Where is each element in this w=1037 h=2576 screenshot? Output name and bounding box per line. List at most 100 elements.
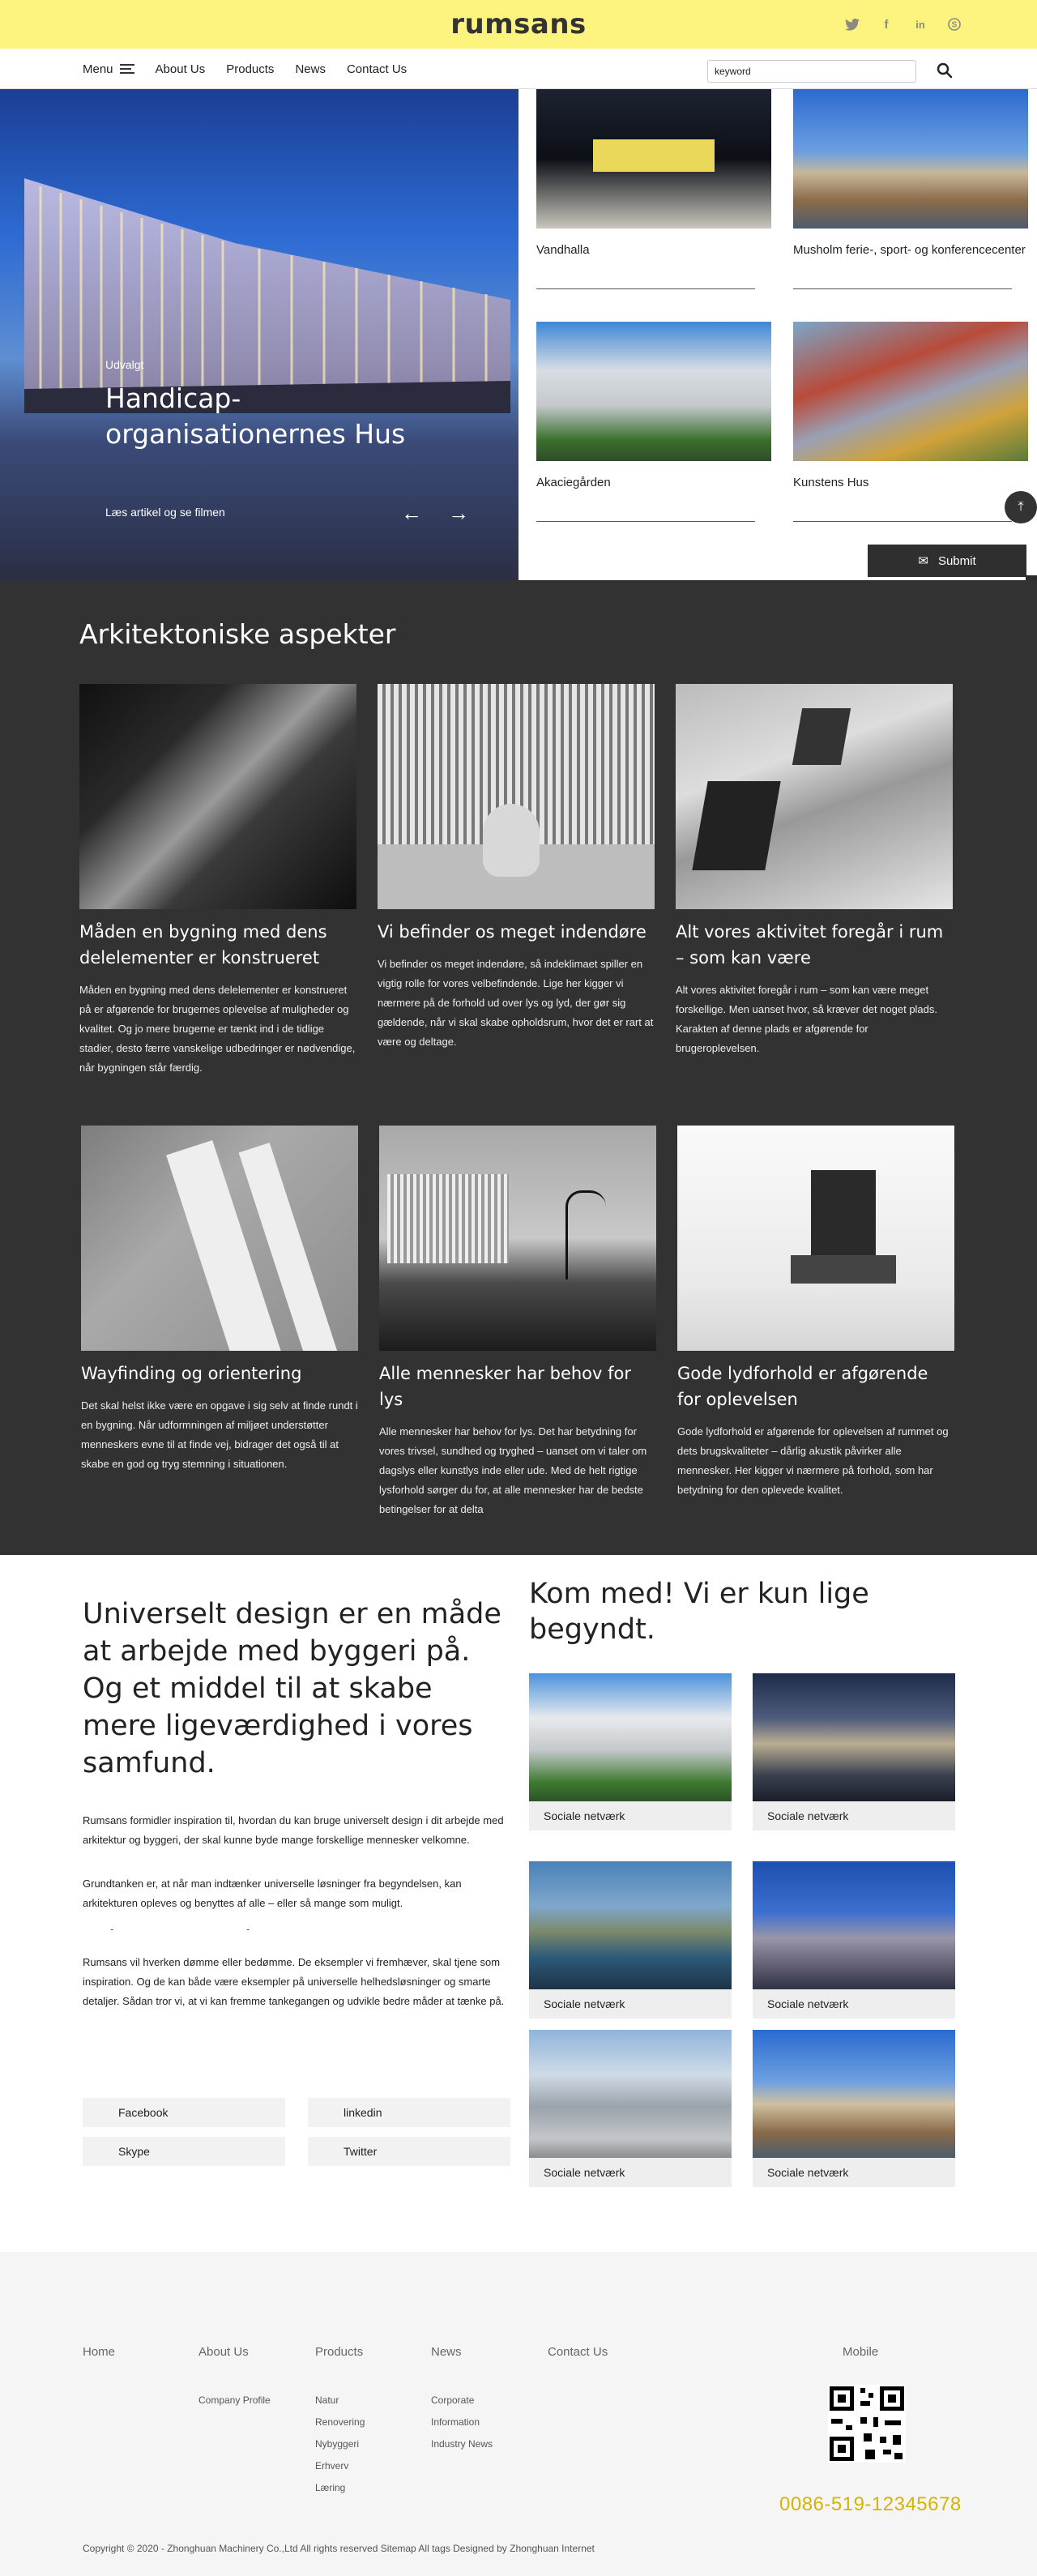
footer-heading-products[interactable]: Products <box>315 2345 365 2359</box>
footer-link[interactable]: Renovering <box>315 2412 365 2433</box>
section-heading: Arkitektoniske aspekter <box>79 618 396 650</box>
tile-image <box>753 1673 955 1801</box>
aspect-title: Gode lydforhold er afgørende for oplevel… <box>677 1364 928 1409</box>
featured-cards: Vandhalla Musholm ferie-, sport- og konf… <box>518 89 1037 580</box>
search-button[interactable] <box>934 60 955 81</box>
section-heading: Universelt design er en måde at arbejde … <box>83 1598 501 1779</box>
aspects-section: Arkitektoniske aspekter Måden en bygning… <box>0 580 1037 1555</box>
twitter-icon[interactable] <box>844 16 860 32</box>
featured-card[interactable]: Akaciegården <box>536 322 771 522</box>
aspect-card[interactable]: Wayfinding og orientering Det skal helst… <box>81 1126 358 1474</box>
card-image <box>793 89 1028 229</box>
card-title: Kunstens Hus <box>793 476 869 489</box>
footer-link[interactable]: Industry News <box>431 2433 493 2455</box>
site-footer: Home About Us Company Profile Products N… <box>0 2252 1037 2576</box>
footer-link-contact[interactable]: Contact Us <box>548 2345 608 2359</box>
card-image <box>536 322 771 461</box>
arrow-up-icon: ⤒ <box>1018 500 1024 514</box>
footer-link[interactable]: Corporate <box>431 2390 493 2412</box>
phone-number[interactable]: 0086-519-12345678 <box>779 2493 962 2516</box>
aspect-card[interactable]: Alle mennesker har behov for lys Alle me… <box>379 1126 656 1519</box>
network-tile[interactable]: Sociale netværk <box>529 1861 732 2019</box>
tile-caption: Sociale netværk <box>529 2158 732 2187</box>
card-divider <box>793 288 1012 289</box>
card-divider <box>536 521 755 522</box>
share-skype-button[interactable]: Skype <box>83 2137 285 2166</box>
footer-link-home[interactable]: Home <box>83 2345 115 2359</box>
back-to-top-button[interactable]: ⤒ <box>1005 491 1037 523</box>
body-paragraph: Grundtanken er, at når man indtænker uni… <box>83 1878 462 1909</box>
footer-link[interactable]: Company Profile <box>198 2390 271 2412</box>
share-twitter-button[interactable]: Twitter <box>308 2137 510 2166</box>
aspect-title: Måden en bygning med dens delelementer e… <box>79 922 327 968</box>
card-image <box>793 322 1028 461</box>
aspect-card[interactable]: Måden en bygning med dens delelementer e… <box>79 684 356 1078</box>
submit-label: Submit <box>937 553 976 568</box>
network-tile[interactable]: Sociale netværk <box>753 2030 955 2187</box>
footer-link[interactable]: Erhverv <box>315 2455 365 2477</box>
universal-design-section: Universelt design er en måde at arbejde … <box>0 1555 1037 2252</box>
share-facebook-button[interactable]: Facebook <box>83 2098 285 2127</box>
nav-item-contact-us[interactable]: Contact Us <box>347 62 407 76</box>
submit-button[interactable]: ✉ Submit <box>868 545 1026 577</box>
card-title: Akaciegården <box>536 476 611 489</box>
aspect-image <box>676 684 953 909</box>
aspect-image <box>79 684 356 909</box>
aspect-image <box>378 684 655 909</box>
aspect-title: Vi befinder os meget indendøre <box>378 922 647 942</box>
facebook-icon[interactable]: f <box>878 16 894 32</box>
search-input[interactable] <box>707 60 916 83</box>
menu-button[interactable]: Menu <box>83 62 134 76</box>
tile-caption: Sociale netværk <box>753 1989 955 2019</box>
aspect-text: Det skal helst ikke være en opgave i sig… <box>81 1399 358 1470</box>
aspect-image <box>379 1126 656 1351</box>
menu-label: Menu <box>83 62 113 76</box>
hamburger-icon <box>119 64 134 74</box>
main-nav: Menu About Us Products News Contact Us <box>0 49 1037 89</box>
section-heading: Kom med! Vi er kun lige begyndt. <box>529 1578 869 1646</box>
footer-heading-about[interactable]: About Us <box>198 2345 271 2359</box>
network-tile[interactable]: Sociale netværk <box>753 1861 955 2019</box>
footer-link[interactable]: Information <box>431 2412 493 2433</box>
network-tile[interactable]: Sociale netværk <box>529 1673 732 1831</box>
qr-code <box>828 2385 906 2463</box>
copyright-text: Copyright © 2020 - Zhonghuan Machinery C… <box>83 2543 595 2554</box>
nav-item-news[interactable]: News <box>295 62 326 76</box>
hero-label: Udvalgt <box>105 358 144 371</box>
nav-item-products[interactable]: Products <box>226 62 274 76</box>
nav-item-about-us[interactable]: About Us <box>156 62 206 76</box>
search-icon <box>937 62 953 79</box>
network-tile[interactable]: Sociale netværk <box>529 2030 732 2187</box>
hero-section: Udvalgt Handicap-organisationernes Hus L… <box>0 89 1037 580</box>
footer-link[interactable]: Natur <box>315 2390 365 2412</box>
body-paragraph: Rumsans formidler inspiration til, hvord… <box>83 1814 504 1846</box>
footer-link[interactable]: Læring <box>315 2477 365 2499</box>
aspect-title: Alt vores aktivitet foregår i rum – som … <box>676 922 944 968</box>
footer-heading-news[interactable]: News <box>431 2345 493 2359</box>
featured-card[interactable]: Kunstens Hus <box>793 322 1028 522</box>
next-arrow-icon[interactable]: → <box>448 501 469 526</box>
network-tile[interactable]: Sociale netværk <box>753 1673 955 1831</box>
tile-image <box>529 1673 732 1801</box>
tile-image <box>753 1861 955 1989</box>
linkedin-icon[interactable]: in <box>912 16 928 32</box>
separator-dashes: - - <box>110 1923 315 1935</box>
hero-title[interactable]: Handicap-organisationernes Hus <box>105 381 462 452</box>
tile-image <box>529 1861 732 1989</box>
skype-icon[interactable]: S <box>946 16 962 32</box>
aspect-card[interactable]: Gode lydforhold er afgørende for oplevel… <box>677 1126 954 1500</box>
featured-card[interactable]: Musholm ferie-, sport- og konferencecent… <box>793 89 1028 289</box>
card-divider <box>793 521 1012 522</box>
hero-slide[interactable]: Udvalgt Handicap-organisationernes Hus L… <box>0 89 518 580</box>
aspect-card[interactable]: Vi befinder os meget indendøre Vi befind… <box>378 684 655 1052</box>
share-linkedin-button[interactable]: linkedin <box>308 2098 510 2127</box>
aspect-card[interactable]: Alt vores aktivitet foregår i rum – som … <box>676 684 953 1058</box>
card-divider <box>536 288 755 289</box>
footer-link[interactable]: Nybyggeri <box>315 2433 365 2455</box>
card-image <box>536 89 771 229</box>
featured-card[interactable]: Vandhalla <box>536 89 771 289</box>
tile-image <box>753 2030 955 2158</box>
hero-link[interactable]: Læs artikel og se filmen <box>105 506 225 519</box>
share-buttons: Facebook linkedin Skype Twitter <box>83 2098 510 2166</box>
prev-arrow-icon[interactable]: ← <box>401 501 422 526</box>
